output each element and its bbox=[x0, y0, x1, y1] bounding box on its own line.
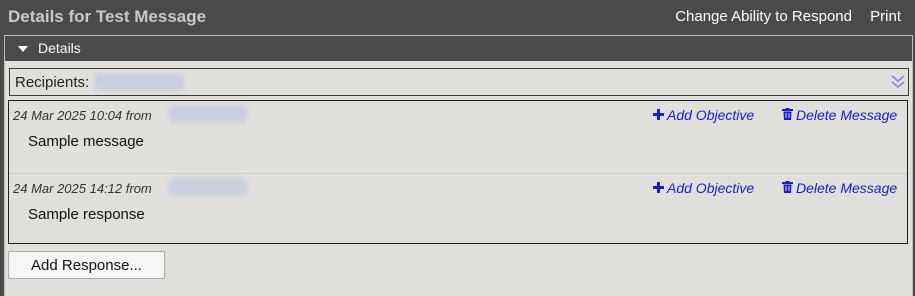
caret-down-icon bbox=[18, 46, 28, 52]
message-meta: 24 Mar 2025 10:04 from bbox=[13, 108, 152, 123]
plus-icon bbox=[653, 180, 664, 196]
top-actions: Change Ability to Respond Print bbox=[661, 8, 901, 25]
add-objective-label: Add Objective bbox=[667, 107, 755, 123]
details-panel-title: Details bbox=[38, 40, 81, 56]
details-panel: Details Recipients: 24 Mar 2025 10:04 fr… bbox=[4, 35, 913, 296]
title-bar: Details for Test Message Change Ability … bbox=[0, 0, 915, 34]
delete-message-label: Delete Message bbox=[796, 107, 898, 123]
print-link[interactable]: Print bbox=[870, 8, 901, 25]
plus-icon bbox=[653, 107, 664, 123]
sender-name-redacted bbox=[169, 105, 247, 123]
change-ability-link[interactable]: Change Ability to Respond bbox=[675, 8, 852, 25]
message-list: 24 Mar 2025 10:04 from Add Objective Del… bbox=[8, 100, 908, 244]
details-panel-header[interactable]: Details bbox=[5, 36, 912, 61]
message-meta: 24 Mar 2025 14:12 from bbox=[13, 181, 152, 196]
page-title: Details for Test Message bbox=[8, 7, 207, 26]
delete-message-button[interactable]: Delete Message bbox=[782, 180, 897, 196]
sender-name-redacted bbox=[169, 178, 247, 196]
trash-icon bbox=[782, 180, 793, 196]
add-response-button[interactable]: Add Response... bbox=[8, 251, 165, 279]
recipients-row: Recipients: bbox=[9, 68, 909, 96]
recipients-label: Recipients: bbox=[15, 74, 90, 91]
double-chevron-down-icon[interactable] bbox=[890, 73, 906, 96]
delete-message-button[interactable]: Delete Message bbox=[782, 107, 897, 123]
message-item: 24 Mar 2025 14:12 from Add Objective Del… bbox=[9, 173, 907, 246]
message-body: Sample message bbox=[28, 133, 144, 150]
trash-icon bbox=[782, 107, 793, 123]
message-body: Sample response bbox=[28, 206, 145, 223]
delete-message-label: Delete Message bbox=[796, 180, 898, 196]
add-objective-button[interactable]: Add Objective bbox=[653, 107, 754, 123]
recipient-name-redacted bbox=[94, 73, 184, 91]
add-objective-button[interactable]: Add Objective bbox=[653, 180, 754, 196]
add-objective-label: Add Objective bbox=[667, 180, 755, 196]
message-item: 24 Mar 2025 10:04 from Add Objective Del… bbox=[9, 101, 907, 173]
